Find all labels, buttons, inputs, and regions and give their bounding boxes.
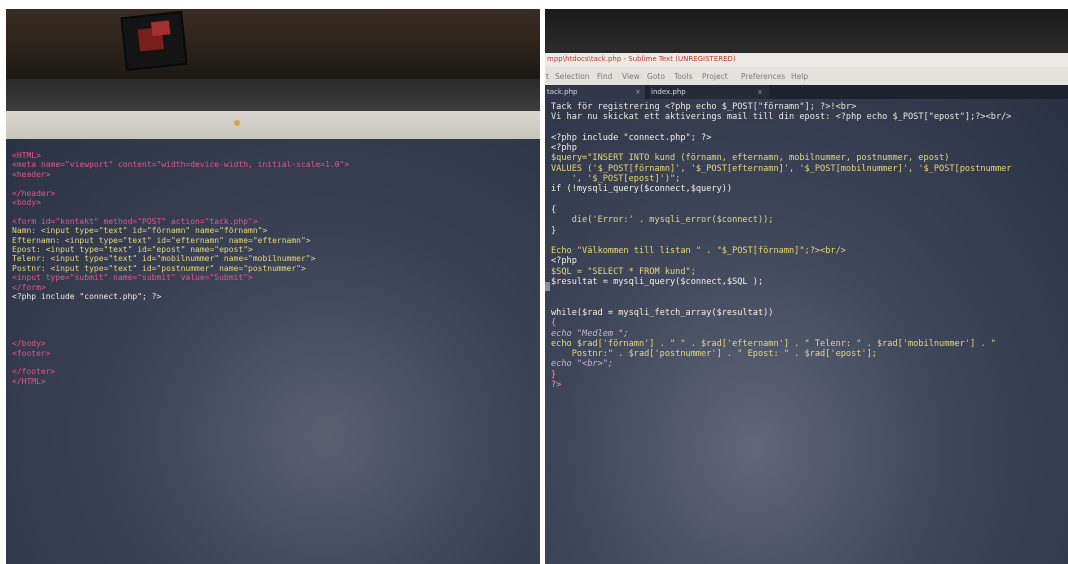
code-line: <HTML> — [12, 151, 41, 160]
code-line: <footer> — [12, 348, 51, 358]
code-line: Efternamn: <input type="text" id="eftern… — [12, 235, 311, 245]
code-line: </HTML> — [12, 376, 46, 386]
right-code-block: Tack för registrering <?php echo $_POST[… — [551, 102, 1011, 390]
code-line: <?php include "connect.php"; ?> — [551, 132, 712, 143]
menu-item-find[interactable]: Find — [597, 72, 612, 81]
window-titlebar: mpp\htdocs\tack.php - Sublime Text (UNRE… — [545, 53, 1068, 67]
code-line: { — [551, 204, 557, 215]
code-line: </body> — [12, 339, 46, 349]
left-code-editor[interactable]: <HTML> <meta name="viewport" content="wi… — [6, 139, 540, 564]
code-line: Vi har nu skickat ett aktiverings mail t… — [551, 112, 1012, 123]
wall-picture-frame — [120, 10, 188, 72]
code-line: <form id="kontakt" method="POST" action=… — [12, 216, 258, 226]
code-line: <input type="submit" name="submit" value… — [12, 273, 253, 283]
menu-bar: t Selection Find View Goto Tools Project… — [545, 67, 1068, 85]
code-line: echo $rad['förnamn'] . " " . $rad['efter… — [551, 338, 996, 349]
code-line: { — [551, 318, 557, 329]
tab-label: index.php — [651, 88, 686, 96]
menu-item-tools[interactable]: t — [546, 72, 549, 81]
left-code-block: <HTML> <meta name="viewport" content="wi… — [12, 151, 349, 386]
tab-bar: tack.php × index.php × — [545, 85, 1068, 99]
code-line: Epost: <input type="text" id="epost" nam… — [12, 245, 253, 255]
code-line: <header> — [12, 169, 51, 179]
code-line: if (!mysqli_query($connect,$query)) — [551, 184, 733, 195]
left-photo-index-php: <HTML> <meta name="viewport" content="wi… — [6, 9, 540, 564]
code-line: ', '$_POST[epost]')"; — [551, 174, 681, 185]
menu-item-help[interactable]: Help — [791, 72, 808, 81]
code-line: $resultat = mysqli_query($connect,$SQL )… — [551, 277, 764, 288]
close-icon[interactable]: × — [635, 85, 641, 99]
left-window-titlebar — [6, 111, 540, 139]
right-code-editor[interactable]: Tack för registrering <?php echo $_POST[… — [545, 99, 1068, 564]
code-line: <?php — [551, 143, 577, 154]
close-icon[interactable]: × — [757, 85, 763, 99]
window-title: mpp\htdocs\tack.php - Sublime Text (UNRE… — [547, 55, 736, 63]
menu-item-preferences[interactable]: Preferences — [741, 72, 785, 81]
code-line: <?php include "connect.php"; ?> — [12, 292, 162, 302]
monitor-bezel — [545, 9, 1068, 53]
titlebar-marker — [234, 120, 240, 126]
code-line: echo "<br>"; — [551, 359, 614, 370]
code-line: <body> — [12, 198, 41, 208]
code-line: $SQL = "SELECT * FROM kund"; — [551, 266, 696, 277]
code-line: </form> — [12, 282, 46, 292]
code-line: Echo "Välkommen till listan " . "$_POST[… — [551, 246, 846, 257]
menu-item-selection[interactable]: Selection — [555, 72, 590, 81]
menu-item-view[interactable]: View — [622, 72, 640, 81]
code-line: die('Error:' . mysqli_error($connect)); — [551, 215, 774, 226]
code-line: } — [551, 369, 557, 380]
menu-item-tools[interactable]: Tools — [674, 72, 692, 81]
code-line: Tack för registrering <?php echo $_POST[… — [551, 102, 857, 112]
code-line: Telenr: <input type="text" id="mobilnumm… — [12, 254, 316, 264]
code-line: echo "Medlem "; — [551, 328, 629, 339]
code-line: <?php — [551, 256, 577, 267]
tab-index-php[interactable]: index.php × — [649, 85, 769, 99]
code-line: <meta name="viewport" content="width=dev… — [12, 160, 350, 170]
menu-item-goto[interactable]: Goto — [647, 72, 665, 81]
right-photo-tack-php: mpp\htdocs\tack.php - Sublime Text (UNRE… — [545, 9, 1068, 564]
code-line: </header> — [12, 188, 56, 198]
line-marker — [545, 282, 550, 291]
monitor-bezel — [6, 79, 540, 111]
background-wall — [6, 9, 540, 79]
code-line: while($rad = mysqli_fetch_array($resulta… — [551, 307, 774, 318]
code-line: } — [551, 225, 557, 236]
code-line: $query="INSERT INTO kund (förnamn, efter… — [551, 153, 950, 164]
code-line: Postnr: <input type="text" id="postnumme… — [12, 263, 306, 273]
menu-item-project[interactable]: Project — [702, 72, 728, 81]
code-line: ?> — [551, 380, 562, 391]
code-line: VALUES ('$_POST[förnamn]', '$_POST[efter… — [551, 163, 1012, 174]
tab-label: tack.php — [547, 88, 578, 96]
tab-tack-php[interactable]: tack.php × — [545, 85, 645, 99]
code-line: Postnr:" . $rad['postnummer'] . " Epost:… — [551, 349, 877, 360]
code-line: </footer> — [12, 367, 56, 377]
code-line: Namn: <input type="text" id="förnamn" na… — [12, 226, 268, 236]
